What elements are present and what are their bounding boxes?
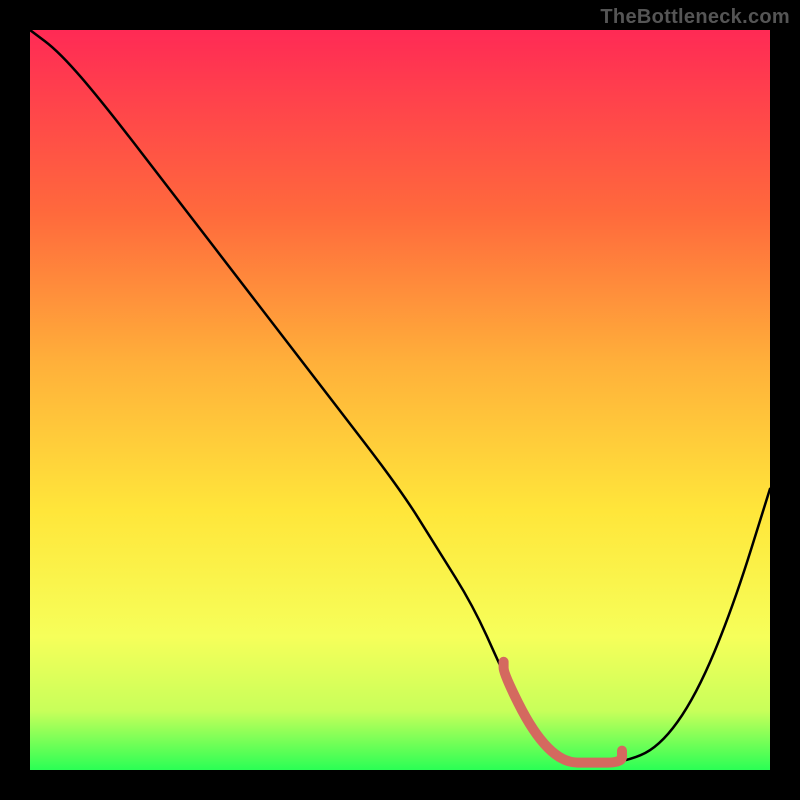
chart-frame: TheBottleneck.com [0,0,800,800]
gradient-background [30,30,770,770]
watermark-text: TheBottleneck.com [600,6,790,29]
plot-area [30,30,770,770]
bottleneck-chart [30,30,770,770]
